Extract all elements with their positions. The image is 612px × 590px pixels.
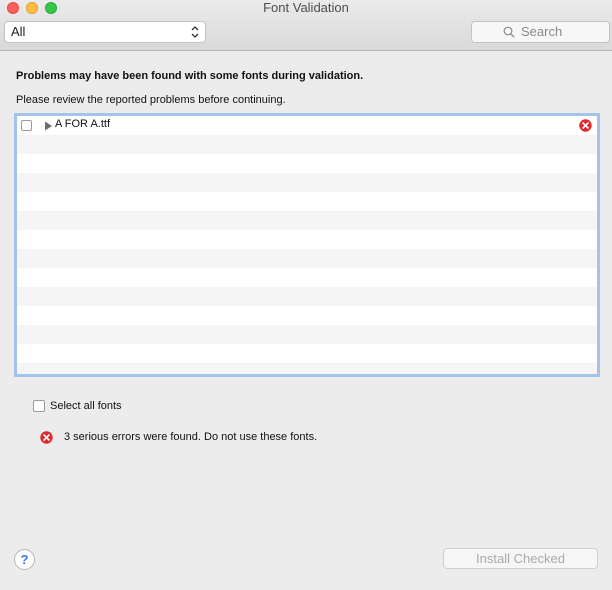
font-filter-value: All	[11, 24, 26, 39]
search-icon	[503, 26, 515, 38]
font-list[interactable]: A FOR A.ttf	[14, 113, 600, 377]
search-placeholder: Search	[521, 24, 563, 39]
help-button[interactable]: ?	[14, 549, 35, 570]
search-input[interactable]: Search	[471, 21, 610, 43]
disclosure-triangle-icon[interactable]	[44, 121, 53, 131]
error-icon	[579, 119, 592, 132]
select-all-label: Select all fonts	[50, 400, 122, 412]
font-checkbox[interactable]	[21, 120, 32, 131]
font-file-name: A FOR A.ttf	[55, 118, 111, 130]
font-validation-window: Font Validation All Search Problems may …	[0, 0, 612, 590]
error-icon	[40, 431, 53, 444]
problems-subheading: Please review the reported problems befo…	[16, 94, 286, 106]
font-list-rows: A FOR A.ttf	[17, 116, 597, 374]
list-item[interactable]: A FOR A.ttf	[17, 116, 597, 135]
install-checked-button[interactable]: Install Checked	[443, 548, 598, 569]
chevron-up-down-icon	[191, 26, 199, 38]
title-bar: Font Validation All Search	[0, 0, 612, 51]
problems-heading: Problems may have been found with some f…	[16, 70, 364, 82]
window-title: Font Validation	[263, 0, 349, 15]
select-all-checkbox[interactable]	[33, 400, 45, 412]
error-summary-text: 3 serious errors were found. Do not use …	[64, 431, 318, 443]
font-filter-select[interactable]: All	[4, 21, 206, 43]
